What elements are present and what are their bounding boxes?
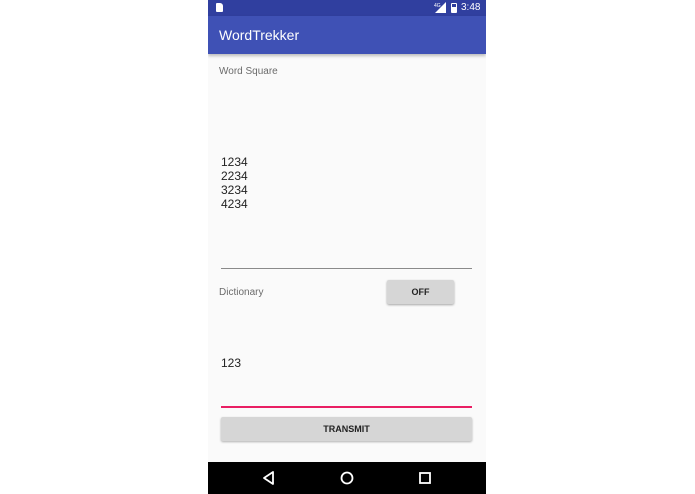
sd-card-icon (216, 3, 223, 12)
word-square-input[interactable]: 1234 2234 3234 4234 (221, 155, 248, 211)
app-title: WordTrekker (219, 27, 300, 43)
transmit-button[interactable]: TRANSMIT (221, 417, 472, 441)
dictionary-label: Dictionary (219, 287, 264, 298)
network-type-label: 4G (434, 3, 441, 9)
status-time: 3:48 (461, 2, 481, 13)
battery-icon (451, 3, 457, 13)
app-bar: WordTrekker (208, 16, 486, 54)
signal-icon: 4G (434, 2, 446, 13)
dictionary-toggle-button[interactable]: OFF (387, 280, 454, 304)
phone-screen: 4G 3:48 WordTrekker Word Square 1234 223… (208, 0, 486, 494)
dictionary-input-underline (221, 406, 472, 408)
word-square-label: Word Square (219, 66, 278, 77)
status-bar: 4G 3:48 (208, 0, 486, 16)
word-square-underline (221, 268, 472, 269)
recents-icon[interactable] (415, 468, 435, 488)
home-icon[interactable] (337, 468, 357, 488)
dictionary-input[interactable]: 123 (221, 356, 241, 370)
navigation-bar (208, 462, 486, 494)
back-icon[interactable] (259, 468, 279, 488)
